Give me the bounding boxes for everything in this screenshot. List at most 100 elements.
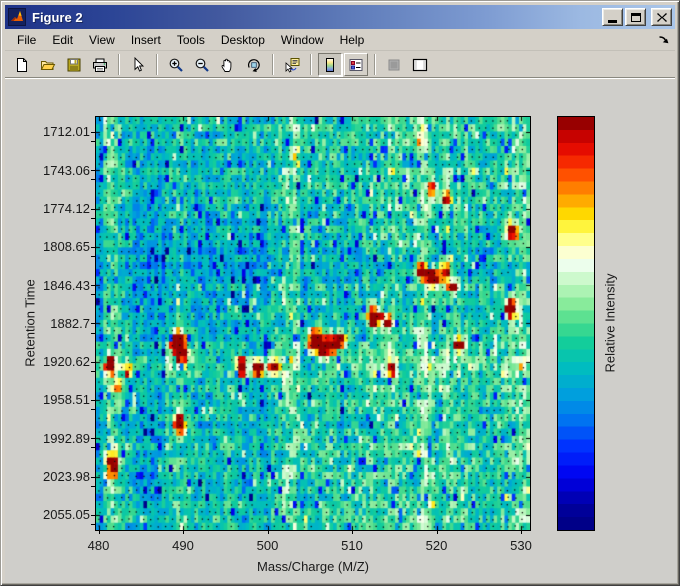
figure-canvas: Retention Time Relative Intensity Mass/C…: [5, 80, 677, 583]
toolbar-brush-button: [382, 53, 406, 76]
y-tick-mark: [91, 285, 95, 286]
heatmap-plot[interactable]: [95, 116, 531, 531]
y-tick-label: 1882.7: [5, 316, 90, 331]
toolbar-edit-plot-button[interactable]: [126, 53, 150, 76]
toolbar-insert-legend-button[interactable]: [344, 53, 368, 76]
title-bar[interactable]: Figure 2: [5, 5, 675, 29]
window-controls: [600, 8, 672, 26]
minimize-button[interactable]: [602, 8, 623, 26]
toolbar-insert-colorbar-button[interactable]: [318, 53, 342, 76]
y-tick-label: 2023.98: [5, 469, 90, 484]
y-minor-tick-mark: [91, 218, 95, 219]
toolbar-new-figure-button[interactable]: [10, 53, 34, 76]
print-figure-icon: [92, 57, 108, 73]
x-tick-mark: [352, 531, 353, 534]
menu-item-help[interactable]: Help: [332, 30, 373, 51]
menu-item-window[interactable]: Window: [273, 30, 332, 51]
colorbar: [557, 116, 595, 531]
toolbar-data-cursor-button[interactable]: [280, 53, 304, 76]
toolbar-separator: [118, 54, 120, 75]
colorbar-title: Relative Intensity: [603, 274, 618, 373]
open-file-icon: [40, 57, 56, 73]
toolbar-pan-button[interactable]: [216, 53, 240, 76]
x-tick-label: 490: [151, 538, 215, 553]
toolbar-zoom-in-button[interactable]: [164, 53, 188, 76]
y-minor-tick-mark: [91, 179, 95, 180]
y-tick-mark: [91, 477, 95, 478]
close-button[interactable]: [651, 8, 672, 26]
x-tick-mark: [99, 531, 100, 534]
y-tick-mark: [91, 438, 95, 439]
toolbar-save-figure-button[interactable]: [62, 53, 86, 76]
x-tick-label: 480: [67, 538, 131, 553]
y-tick-mark: [91, 515, 95, 516]
y-minor-tick-mark: [91, 486, 95, 487]
toolbar-separator: [156, 54, 158, 75]
y-tick-label: 2055.05: [5, 507, 90, 522]
x-tick-label: 510: [320, 538, 384, 553]
x-tick-mark: [437, 531, 438, 534]
menu-item-file[interactable]: File: [9, 30, 44, 51]
y-minor-tick-mark: [91, 524, 95, 525]
x-tick-mark: [183, 531, 184, 534]
menu-item-tools[interactable]: Tools: [169, 30, 213, 51]
y-tick-label: 1992.89: [5, 431, 90, 446]
heatmap-image[interactable]: [96, 117, 530, 530]
menu-item-edit[interactable]: Edit: [44, 30, 81, 51]
x-tick-label: 520: [405, 538, 469, 553]
x-axis-title: Mass/Charge (M/Z): [95, 559, 531, 574]
menu-bar: FileEditViewInsertToolsDesktopWindowHelp: [5, 30, 675, 51]
y-minor-tick-mark: [91, 141, 95, 142]
y-minor-tick-mark: [91, 371, 95, 372]
menu-item-desktop[interactable]: Desktop: [213, 30, 273, 51]
y-tick-label: 1846.43: [5, 278, 90, 293]
toolbar-print-figure-button[interactable]: [88, 53, 112, 76]
matlab-icon: [8, 8, 26, 26]
menu-item-insert[interactable]: Insert: [123, 30, 169, 51]
data-cursor-icon: [284, 57, 300, 73]
brush-icon: [386, 57, 402, 73]
y-tick-label: 1920.62: [5, 354, 90, 369]
toolbar-separator: [272, 54, 274, 75]
toolbar-zoom-out-button[interactable]: [190, 53, 214, 76]
show-plot-tools-icon: [412, 57, 428, 73]
figure-window: Figure 2 FileEditViewInsertToolsDesktopW…: [0, 0, 680, 586]
y-tick-mark: [91, 362, 95, 363]
y-tick-label: 1958.51: [5, 392, 90, 407]
window-title: Figure 2: [32, 10, 600, 25]
y-tick-mark: [91, 247, 95, 248]
maximize-button[interactable]: [625, 8, 646, 26]
y-tick-mark: [91, 209, 95, 210]
y-minor-tick-mark: [91, 409, 95, 410]
minimize-icon: [608, 20, 617, 23]
save-figure-icon: [66, 57, 82, 73]
y-minor-tick-mark: [91, 333, 95, 334]
y-tick-mark: [91, 400, 95, 401]
y-tick-label: 1808.65: [5, 239, 90, 254]
y-tick-mark: [91, 170, 95, 171]
toolbar-rotate-3d-button[interactable]: [242, 53, 266, 76]
zoom-in-icon: [168, 57, 184, 73]
insert-colorbar-icon: [322, 57, 338, 73]
menu-item-view[interactable]: View: [81, 30, 123, 51]
close-icon: [657, 13, 667, 22]
maximize-icon: [631, 13, 641, 22]
dock-figure-icon[interactable]: [658, 35, 669, 46]
new-figure-icon: [14, 57, 30, 73]
x-tick-label: 530: [489, 538, 553, 553]
toolbar: [5, 52, 675, 78]
x-tick-label: 500: [236, 538, 300, 553]
y-minor-tick-mark: [91, 447, 95, 448]
rotate-3d-icon: [246, 57, 262, 73]
toolbar-show-plot-tools-button[interactable]: [408, 53, 432, 76]
y-tick-label: 1774.12: [5, 201, 90, 216]
pan-icon: [220, 57, 236, 73]
y-tick-label: 1712.01: [5, 124, 90, 139]
y-tick-mark: [91, 132, 95, 133]
insert-legend-icon: [348, 57, 364, 73]
edit-plot-icon: [130, 57, 146, 73]
zoom-out-icon: [194, 57, 210, 73]
toolbar-open-file-button[interactable]: [36, 53, 60, 76]
toolbar-separator: [310, 54, 312, 75]
y-minor-tick-mark: [91, 294, 95, 295]
